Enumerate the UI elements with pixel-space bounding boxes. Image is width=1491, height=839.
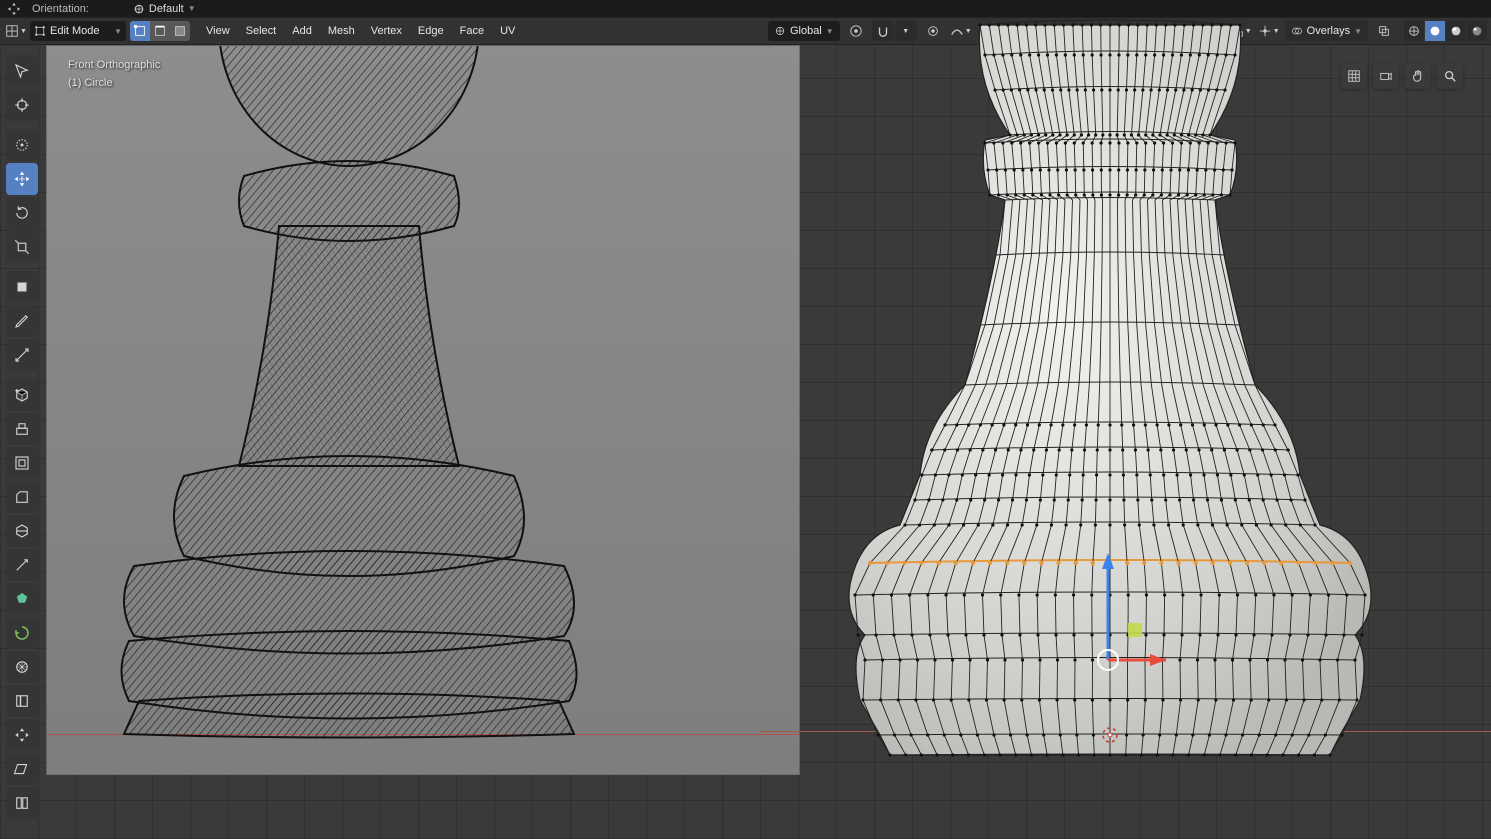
tool-move[interactable] — [6, 163, 38, 195]
menu-add[interactable]: Add — [284, 21, 320, 41]
viewport-nav-icons — [1341, 63, 1463, 89]
tool-knife[interactable] — [6, 549, 38, 581]
nav-camera-icon[interactable] — [1373, 63, 1399, 89]
model-viewport-area[interactable] — [760, 45, 1491, 839]
tool-rip[interactable] — [6, 787, 38, 819]
rendered-shading[interactable] — [1467, 21, 1487, 41]
tool-rotate[interactable] — [6, 197, 38, 229]
tool-column — [6, 55, 40, 819]
menu-view[interactable]: View — [198, 21, 238, 41]
menu-edge[interactable]: Edge — [410, 21, 452, 41]
nav-grid-icon[interactable] — [1341, 63, 1367, 89]
object-name: (1) Circle — [68, 75, 160, 93]
chevron-down-icon: ▼ — [20, 28, 27, 35]
reference-pawn-image — [46, 46, 741, 775]
tool-loop-cut[interactable] — [6, 515, 38, 547]
mode-label: Edit Mode — [50, 25, 100, 37]
tool-shear[interactable] — [6, 753, 38, 785]
menu-vertex[interactable]: Vertex — [363, 21, 410, 41]
tool-measure[interactable] — [6, 339, 38, 371]
tool-select-circle[interactable] — [6, 129, 38, 161]
tool-scale[interactable] — [6, 231, 38, 263]
edge-select-mode[interactable] — [150, 21, 170, 41]
viewport[interactable]: Front Orthographic (1) Circle — [0, 45, 1491, 839]
tool-bevel[interactable] — [6, 481, 38, 513]
reference-image-panel — [46, 45, 800, 775]
mode-selector[interactable]: Edit Mode ▼ — [30, 21, 126, 41]
orientation-dropdown[interactable]: Default ▼ — [127, 1, 202, 17]
editor-type-icon[interactable]: ▼ — [4, 21, 28, 41]
view-label: Front Orthographic (1) Circle — [68, 57, 160, 92]
menu-face[interactable]: Face — [452, 21, 492, 41]
tool-extrude[interactable] — [6, 413, 38, 445]
chevron-down-icon: ▼ — [188, 4, 196, 13]
tool-annotate[interactable] — [6, 305, 38, 337]
tool-inset[interactable] — [6, 447, 38, 479]
tool-poly-build[interactable] — [6, 583, 38, 615]
tool-smooth[interactable] — [6, 651, 38, 683]
pawn-wireframe-model — [760, 0, 1460, 795]
menu-group: View Select Add Mesh Vertex Edge Face UV — [198, 21, 523, 41]
transform-orient-icon[interactable] — [4, 1, 24, 17]
view-name: Front Orthographic — [68, 57, 160, 75]
tool-select-box[interactable] — [6, 55, 38, 87]
vertex-select-mode[interactable] — [130, 21, 150, 41]
orientation-label: Orientation: — [32, 3, 89, 15]
nav-zoom-icon[interactable] — [1437, 63, 1463, 89]
tool-shrink[interactable] — [6, 719, 38, 751]
menu-select[interactable]: Select — [238, 21, 285, 41]
tool-transform[interactable] — [6, 271, 38, 303]
tool-cursor[interactable] — [6, 89, 38, 121]
chevron-down-icon: ▼ — [114, 27, 122, 36]
select-mode-group — [130, 21, 190, 41]
tool-spin[interactable] — [6, 617, 38, 649]
tool-add-cube[interactable] — [6, 379, 38, 411]
nav-pan-icon[interactable] — [1405, 63, 1431, 89]
menu-uv[interactable]: UV — [492, 21, 523, 41]
orientation-value: Default — [149, 3, 184, 15]
menu-mesh[interactable]: Mesh — [320, 21, 363, 41]
tool-edge-slide[interactable] — [6, 685, 38, 717]
face-select-mode[interactable] — [170, 21, 190, 41]
